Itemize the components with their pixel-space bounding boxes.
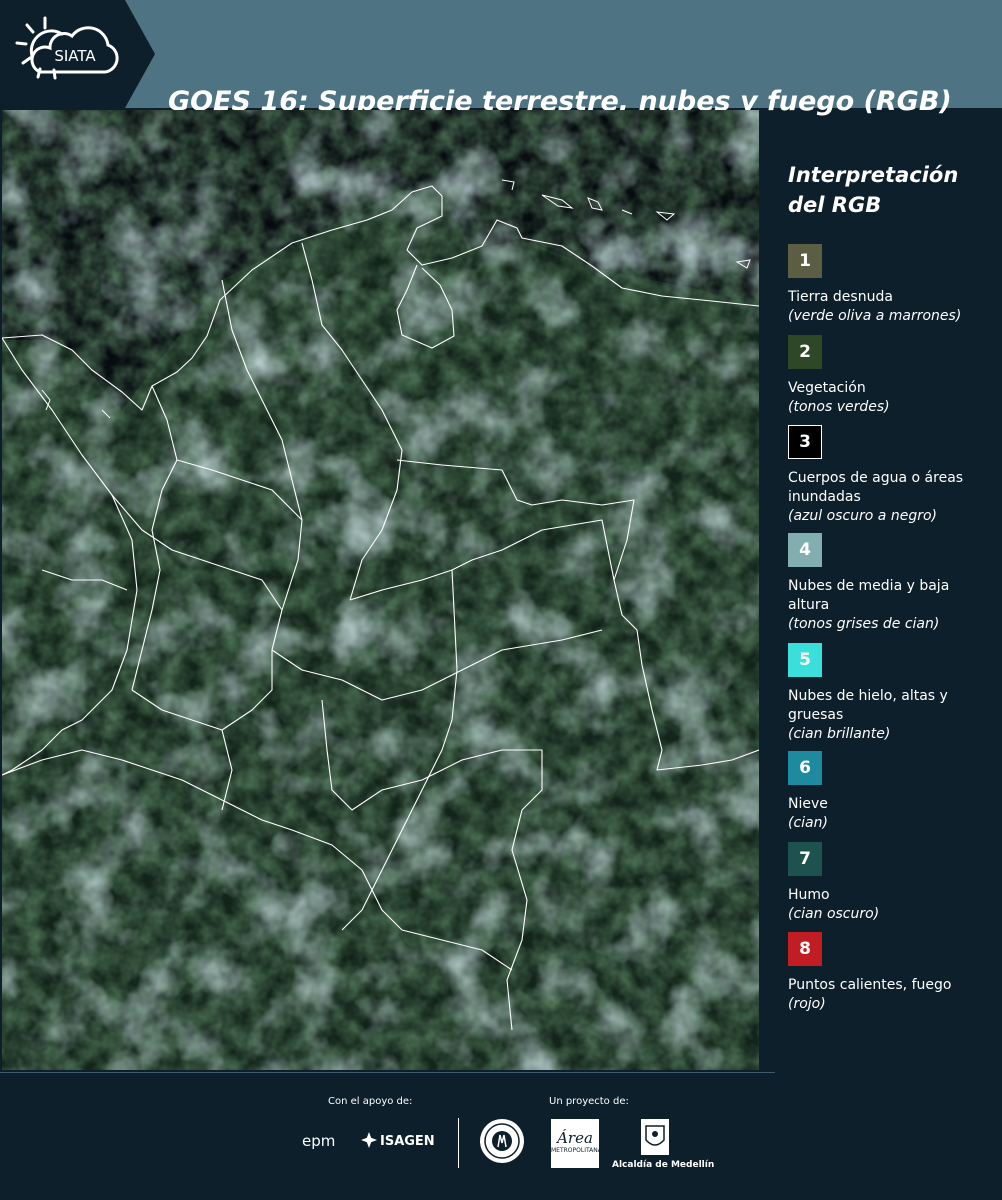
legend-item-snow: 6 Nieve (cian) xyxy=(788,751,993,833)
legend-swatch: 6 xyxy=(788,751,822,785)
legend-note: (tonos verdes) xyxy=(788,399,890,415)
university-seal-icon xyxy=(478,1117,526,1169)
legend-note: (rojo) xyxy=(788,996,826,1012)
area-logo-subtext: METROPOLITANA xyxy=(551,1147,602,1154)
legend-title: Interpretación del RGB xyxy=(788,160,988,220)
legend-label: Puntos calientes, fuego xyxy=(788,977,952,993)
legend-item-vegetation: 2 Vegetación (tonos verdes) xyxy=(788,335,993,417)
legend-title-line-1: Interpretación xyxy=(788,163,959,187)
legend-note: (cian brillante) xyxy=(788,726,891,742)
legend-swatch: 5 xyxy=(788,643,822,677)
legend-label: Cuerpos de agua o áreas inundadas xyxy=(788,470,964,505)
legend-note: (verde oliva a marrones) xyxy=(788,308,962,324)
legend-label: Vegetación xyxy=(788,380,866,396)
isagen-logo: ISAGEN xyxy=(380,1134,435,1149)
legend-item-mid-low-clouds: 4 Nubes de media y baja altura (tonos gr… xyxy=(788,533,993,634)
alcaldia-logo: Alcaldía de Medellín xyxy=(612,1160,715,1170)
support-label: Con el apoyo de: xyxy=(328,1096,413,1107)
legend-swatch: 4 xyxy=(788,533,822,567)
legend-label: Humo xyxy=(788,887,830,903)
legend-note: (azul oscuro a negro) xyxy=(788,508,937,524)
legend-note: (cian) xyxy=(788,815,828,831)
legend-item-bare-soil: 1 Tierra desnuda (verde oliva a marrones… xyxy=(788,244,993,326)
legend-label: Nubes de media y baja altura xyxy=(788,578,950,613)
siata-logo-text: SIATA xyxy=(54,47,96,65)
siata-logo: SIATA xyxy=(0,0,155,108)
legend-label: Nubes de hielo, altas y gruesas xyxy=(788,688,948,723)
legend-swatch: 8 xyxy=(788,932,822,966)
footer-separator xyxy=(458,1118,459,1168)
legend-swatch: 3 xyxy=(788,425,822,459)
area-metropolitana-logo: Área METROPOLITANA xyxy=(551,1119,602,1168)
legend-label: Tierra desnuda xyxy=(788,289,893,305)
legend-swatch: 1 xyxy=(788,244,822,278)
legend-item-smoke: 7 Humo (cian oscuro) xyxy=(788,842,993,924)
legend-swatch: 2 xyxy=(788,335,822,369)
medellin-crest-icon xyxy=(640,1118,670,1160)
footer-divider xyxy=(0,1072,775,1073)
legend-item-fire: 8 Puntos calientes, fuego (rojo) xyxy=(788,932,993,1014)
satellite-map xyxy=(2,110,759,1070)
project-label: Un proyecto de: xyxy=(549,1096,629,1107)
epm-logo: epm xyxy=(302,1132,336,1150)
isagen-logo-icon xyxy=(360,1131,378,1153)
legend-swatch: 7 xyxy=(788,842,822,876)
legend-item-ice-clouds: 5 Nubes de hielo, altas y gruesas (cian … xyxy=(788,643,993,744)
area-logo-text: Área xyxy=(557,1129,593,1147)
legend-title-line-2: del RGB xyxy=(788,193,882,217)
legend-note: (cian oscuro) xyxy=(788,906,880,922)
header-bar: SIATA GOES 16: Superficie terrestre, nub… xyxy=(0,0,1002,225)
legend-label: Nieve xyxy=(788,796,828,812)
legend-note: (tonos grises de cian) xyxy=(788,616,940,632)
legend-item-water: 3 Cuerpos de agua o áreas inundadas (azu… xyxy=(788,425,993,526)
